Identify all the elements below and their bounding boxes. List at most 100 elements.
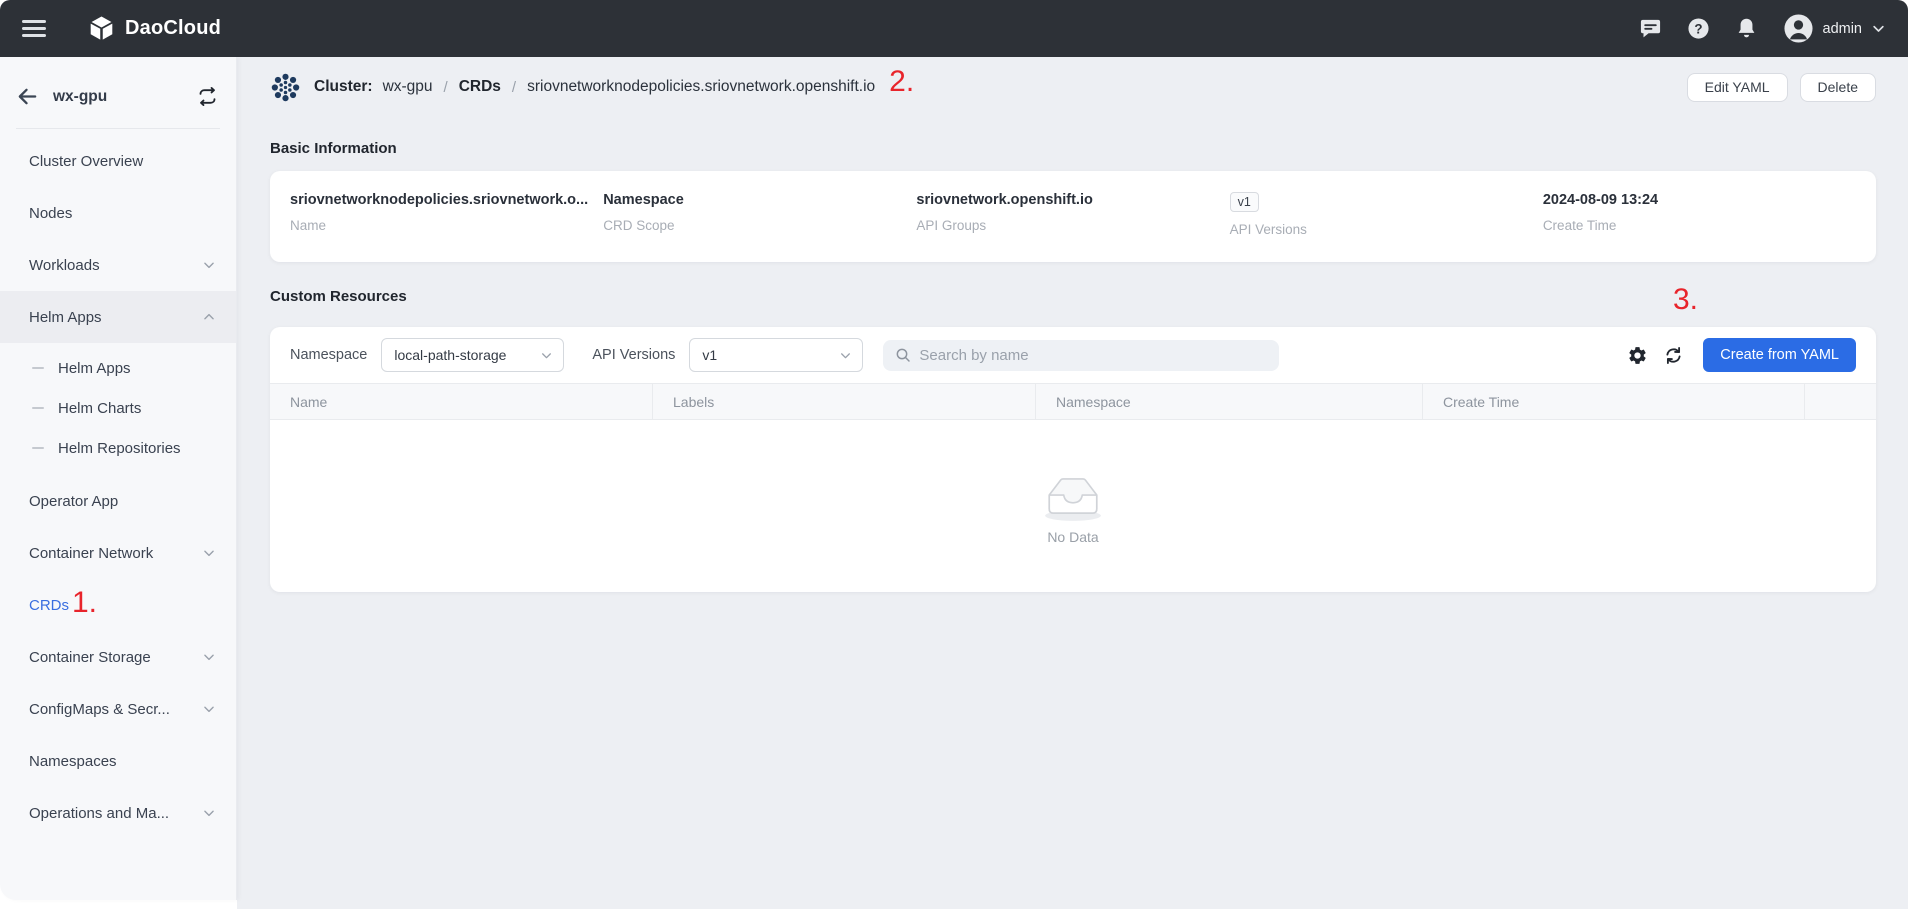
notification-bell-icon[interactable] <box>1735 17 1758 40</box>
column-header-namespace: Namespace <box>1036 384 1423 419</box>
sidebar-item-cluster-overview[interactable]: Cluster Overview <box>0 135 236 187</box>
sidebar-item-operator-app[interactable]: Operator App <box>0 475 236 527</box>
annotation-3: 3. <box>1673 283 1698 316</box>
sidebar-item-helm-apps-group[interactable]: Helm Apps <box>0 291 236 343</box>
breadcrumb-section-crds[interactable]: CRDs <box>459 78 501 96</box>
sidebar-item-label: Workloads <box>29 257 100 274</box>
api-versions-filter-label: API Versions <box>592 347 675 363</box>
search-input[interactable] <box>919 347 1267 364</box>
custom-resources-title: Custom Resources <box>270 288 407 305</box>
column-header-actions <box>1805 384 1876 419</box>
chevron-up-icon <box>202 310 216 324</box>
breadcrumb-current-crd: sriovnetworknodepolicies.sriovnetwork.op… <box>527 78 875 96</box>
help-icon[interactable]: ? <box>1687 17 1710 40</box>
chevron-down-icon <box>202 546 216 560</box>
empty-state-text: No Data <box>1047 529 1098 545</box>
sidebar-item-container-network[interactable]: Container Network <box>0 527 236 579</box>
breadcrumb-separator: / <box>512 79 516 96</box>
annotation-2: 2. <box>889 65 914 98</box>
breadcrumb-separator: / <box>444 79 448 96</box>
top-bar: DaoCloud ? <box>0 0 1908 57</box>
custom-resources-card: Namespace local-path-storage API Version… <box>270 327 1876 592</box>
sidebar-item-label: Operations and Ma... <box>29 805 169 822</box>
api-groups-value: sriovnetwork.openshift.io <box>916 192 1229 208</box>
back-arrow-icon[interactable] <box>16 85 39 108</box>
column-header-name: Name <box>270 384 653 419</box>
chevron-down-icon <box>540 349 553 362</box>
breadcrumb-cluster-value[interactable]: wx-gpu <box>383 78 433 96</box>
sidebar-menu: Cluster Overview Nodes Workloads Helm Ap… <box>0 129 236 839</box>
delete-button[interactable]: Delete <box>1800 73 1876 102</box>
sidebar-item-crds[interactable]: CRDs 1. <box>0 579 236 631</box>
edit-yaml-button[interactable]: Edit YAML <box>1687 73 1788 102</box>
sidebar-item-configmaps-secrets[interactable]: ConfigMaps & Secr... <box>0 683 236 735</box>
hamburger-menu-icon[interactable] <box>22 16 46 41</box>
sidebar-item-nodes[interactable]: Nodes <box>0 187 236 239</box>
user-menu[interactable]: admin <box>1783 13 1887 44</box>
chevron-down-icon <box>202 258 216 272</box>
sidebar-item-container-storage[interactable]: Container Storage <box>0 631 236 683</box>
sidebar-item-label: Namespaces <box>29 753 117 770</box>
sidebar-item-workloads[interactable]: Workloads <box>0 239 236 291</box>
topbar-actions: ? admin <box>1639 13 1887 44</box>
brand-logo: DaoCloud <box>88 15 221 42</box>
refresh-icon[interactable] <box>1663 345 1684 366</box>
namespace-select-value: local-path-storage <box>394 347 540 363</box>
filter-toolbar: Namespace local-path-storage API Version… <box>270 327 1876 383</box>
crd-scope-value: Namespace <box>603 192 916 208</box>
main-content: Cluster: wx-gpu / CRDs / sriovnetworknod… <box>237 57 1908 909</box>
table-header: Name Labels Namespace Create Time <box>270 383 1876 420</box>
sidebar-item-label: Helm Repositories <box>58 440 181 457</box>
empty-tray-icon <box>1041 466 1105 522</box>
sidebar-item-label: Operator App <box>29 493 118 510</box>
annotation-1: 1. <box>72 586 97 619</box>
basic-information-card: sriovnetworknodepolicies.sriovnetwork.o.… <box>270 171 1876 262</box>
field-label: CRD Scope <box>603 218 916 233</box>
brand-name: DaoCloud <box>125 17 221 40</box>
search-icon <box>895 347 911 363</box>
app-window: DaoCloud ? <box>0 0 1908 909</box>
chevron-down-icon <box>839 349 852 362</box>
api-versions-select[interactable]: v1 <box>689 338 863 372</box>
sidebar-item-label: CRDs <box>29 597 69 614</box>
sidebar-item-label: Container Network <box>29 545 153 562</box>
field-label: Name <box>290 218 603 233</box>
sidebar-item-namespaces[interactable]: Namespaces <box>0 735 236 787</box>
sidebar-item-label: Nodes <box>29 205 72 222</box>
breadcrumb: Cluster: wx-gpu / CRDs / sriovnetworknod… <box>270 57 1876 117</box>
dash-icon <box>32 447 44 449</box>
sidebar-item-label: Container Storage <box>29 649 151 666</box>
gear-icon[interactable] <box>1627 345 1648 366</box>
basic-information-title: Basic Information <box>270 140 397 157</box>
sidebar-cluster-name: wx-gpu <box>53 88 107 106</box>
column-header-create-time: Create Time <box>1423 384 1805 419</box>
sidebar: wx-gpu Cluster Overview Nodes Workloads <box>0 57 237 900</box>
page-actions: Edit YAML Delete <box>1687 73 1876 102</box>
sidebar-subitem-helm-charts[interactable]: Helm Charts <box>0 388 236 428</box>
chevron-down-icon <box>1871 21 1886 36</box>
api-versions-select-value: v1 <box>702 347 839 363</box>
sidebar-header: wx-gpu <box>0 57 236 108</box>
sidebar-item-label: Cluster Overview <box>29 153 143 170</box>
empty-state: No Data <box>270 420 1876 591</box>
create-from-yaml-button[interactable]: Create from YAML <box>1703 338 1856 372</box>
switch-cluster-icon[interactable] <box>197 86 218 107</box>
namespace-select[interactable]: local-path-storage <box>381 338 564 372</box>
sidebar-item-label: Helm Apps <box>29 309 102 326</box>
sidebar-subitem-helm-repositories[interactable]: Helm Repositories <box>0 428 236 468</box>
sidebar-item-operations-maintenance[interactable]: Operations and Ma... <box>0 787 236 839</box>
cluster-dots-icon <box>270 72 301 103</box>
api-version-badge: v1 <box>1230 192 1259 212</box>
sidebar-item-label: Helm Apps <box>58 360 131 377</box>
crd-name-value: sriovnetworknodepolicies.sriovnetwork.o.… <box>290 192 603 208</box>
sidebar-item-label: ConfigMaps & Secr... <box>29 701 170 718</box>
column-header-labels: Labels <box>653 384 1036 419</box>
chevron-down-icon <box>202 702 216 716</box>
chat-icon[interactable] <box>1639 17 1662 40</box>
field-api-groups: sriovnetwork.openshift.io API Groups <box>916 171 1229 262</box>
sidebar-subitem-helm-apps[interactable]: Helm Apps <box>0 348 236 388</box>
chevron-down-icon <box>202 806 216 820</box>
breadcrumb-cluster-label: Cluster: <box>314 78 373 96</box>
field-crd-scope: Namespace CRD Scope <box>603 171 916 262</box>
field-label: API Groups <box>916 218 1229 233</box>
